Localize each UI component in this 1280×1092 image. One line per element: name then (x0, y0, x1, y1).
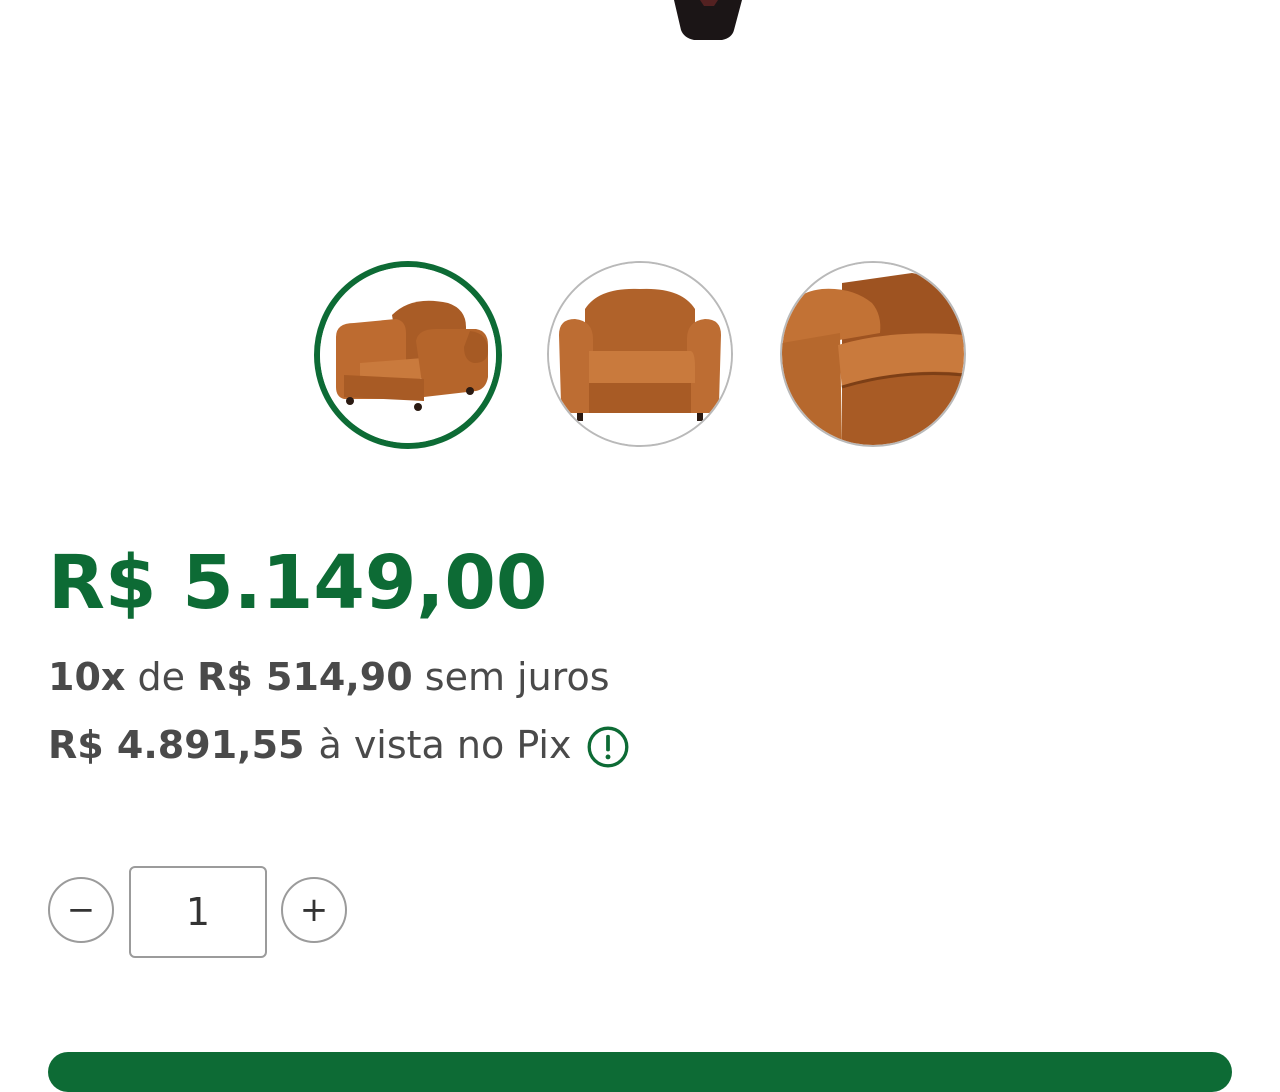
image-thumbnails (0, 261, 1280, 449)
quantity-input[interactable] (129, 866, 267, 958)
product-main-image (672, 0, 752, 42)
info-icon[interactable] (587, 726, 629, 768)
installment-value: R$ 514,90 (197, 655, 413, 699)
thumbnail-1[interactable] (314, 261, 502, 449)
installments-de: de (137, 655, 186, 699)
thumbnail-2[interactable] (547, 261, 733, 447)
installments-info: 10x de R$ 514,90 sem juros (48, 652, 610, 702)
product-price: R$ 5.149,00 (48, 540, 548, 626)
armchair-front-icon (549, 263, 731, 445)
installments-count: 10x (48, 655, 126, 699)
armchair-angled-icon (320, 267, 496, 443)
armchair-detail-icon (782, 263, 964, 445)
decrease-quantity-button[interactable]: − (48, 877, 114, 943)
installments-suffix: sem juros (424, 655, 610, 699)
pix-price: R$ 4.891,55 (48, 723, 305, 767)
thumbnail-3[interactable] (780, 261, 966, 447)
buy-button[interactable] (48, 1052, 1232, 1092)
pix-suffix: à vista no Pix (318, 723, 572, 767)
increase-quantity-button[interactable]: + (281, 877, 347, 943)
pix-price-info: R$ 4.891,55 à vista no Pix (48, 720, 629, 770)
